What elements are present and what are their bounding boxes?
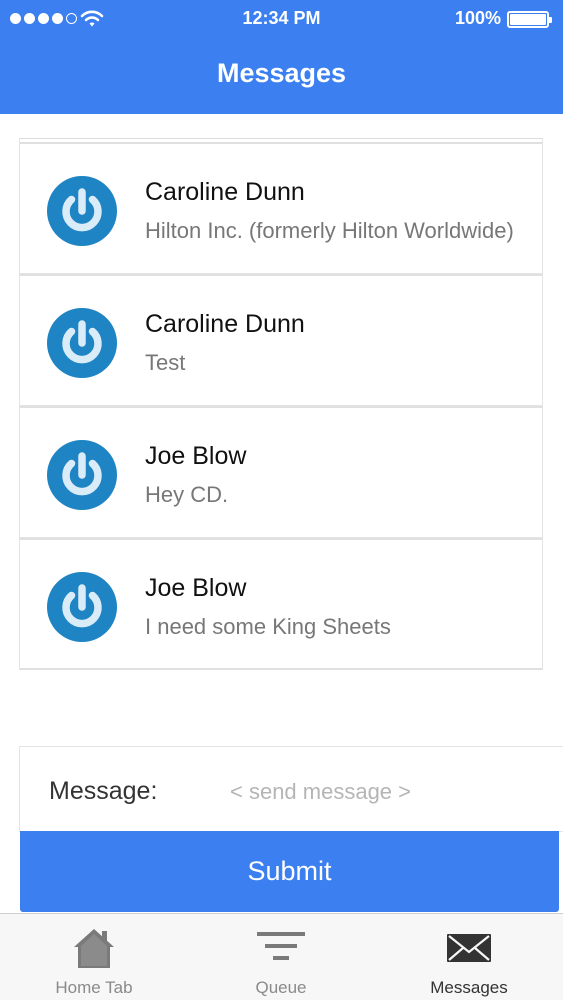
message-preview: I need some King Sheets: [145, 614, 391, 639]
list-item[interactable]: Joe Blow I need some King Sheets: [19, 538, 543, 670]
submit-button[interactable]: Submit: [20, 831, 559, 912]
sender-name: Joe Blow: [145, 442, 247, 470]
message-preview: Hilton Inc. (formerly Hilton Worldwide): [145, 218, 514, 243]
message-list: Caroline Dunn Hilton Inc. (formerly Hilt…: [19, 138, 543, 670]
sender-name: Caroline Dunn: [145, 310, 305, 338]
power-icon: [47, 308, 117, 378]
tab-queue[interactable]: Queue: [187, 914, 375, 1000]
message-preview: Hey CD.: [145, 482, 229, 507]
status-bar: 12:34 PM 100%: [0, 0, 563, 38]
filter-icon: [257, 932, 305, 960]
tab-label: Messages: [430, 978, 508, 997]
battery-percentage: 100%: [454, 8, 501, 28]
list-item[interactable]: Caroline Dunn Hilton Inc. (formerly Hilt…: [19, 142, 543, 274]
tab-home[interactable]: Home Tab: [0, 914, 188, 1000]
message-preview: Test: [145, 350, 186, 375]
tab-label: Queue: [255, 978, 307, 997]
app-header: 12:34 PM 100% Messages: [0, 0, 563, 114]
battery-icon: [507, 11, 552, 28]
sender-name: Caroline Dunn: [145, 178, 305, 206]
power-icon: [47, 176, 117, 246]
tab-messages[interactable]: Messages: [375, 914, 563, 1000]
tab-label: Home Tab: [55, 978, 133, 997]
compose-form: Message:: [19, 746, 563, 832]
sender-name: Joe Blow: [145, 574, 247, 602]
home-icon: [74, 929, 114, 968]
power-icon: [47, 572, 117, 642]
message-input[interactable]: [230, 775, 550, 809]
power-icon: [47, 440, 117, 510]
tab-bar: Home Tab Queue Messages: [0, 913, 563, 1000]
envelope-icon: [447, 934, 491, 962]
message-label: Message:: [49, 777, 158, 805]
list-item[interactable]: Caroline Dunn Test: [19, 274, 543, 406]
page-title: Messages: [216, 58, 347, 88]
list-item[interactable]: Joe Blow Hey CD.: [19, 406, 543, 538]
